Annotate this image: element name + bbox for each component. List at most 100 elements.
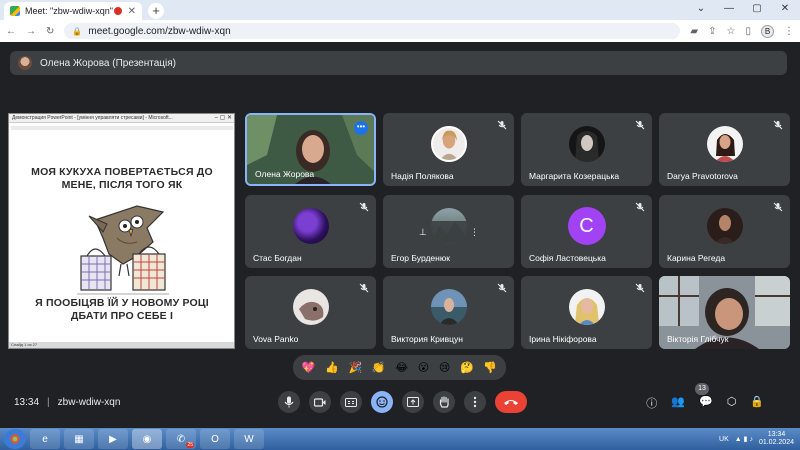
google-meet-favicon-icon — [10, 6, 20, 16]
more-options-call-button[interactable] — [464, 391, 486, 413]
meeting-side-controls: ⓘ 👥 💬 ⬡ 🔒 — [646, 395, 764, 411]
tab-search-icon[interactable]: ⌄ — [692, 3, 710, 14]
raise-hand-button[interactable] — [433, 391, 455, 413]
reaction-surprised[interactable]: 😮 — [418, 361, 429, 374]
browser-menu-icon[interactable]: ⋮ — [784, 26, 794, 37]
leave-call-button[interactable] — [495, 391, 527, 413]
start-button[interactable] — [4, 429, 26, 449]
people-icon[interactable]: 👥 — [671, 395, 685, 411]
minimize-icon[interactable]: — — [720, 3, 738, 14]
presenter-avatar — [18, 56, 32, 70]
captions-button[interactable] — [340, 391, 362, 413]
mic-off-icon — [635, 120, 645, 130]
participant-name: Карина Регеда — [667, 253, 726, 263]
reaction-heart[interactable]: 💖 — [302, 361, 316, 374]
mic-off-icon — [359, 283, 369, 293]
reactions-bar: 💖 👍 🎉 👏 😂 😮 😢 🤔 👎 — [293, 355, 506, 380]
reaction-sad[interactable]: 😢 — [439, 361, 450, 374]
reaction-clap[interactable]: 👏 — [372, 361, 386, 374]
participant-name: Ірина Нікіфорова — [529, 334, 597, 344]
mic-off-icon — [497, 283, 507, 293]
participant-avatar — [430, 289, 467, 326]
participant-tile-sofiya-lastovetska[interactable]: C Софія Ластовецька — [521, 195, 652, 268]
more-options-button[interactable]: ••• — [354, 121, 368, 135]
chat-icon[interactable]: 💬 — [699, 395, 713, 411]
shared-screen[interactable]: Демонстрация PowerPoint - [уміння управл… — [8, 113, 235, 349]
microphone-button[interactable] — [278, 391, 300, 413]
shared-window-controls-icon: – ▢ ✕ — [214, 115, 232, 121]
presenter-bar[interactable]: Олена Жорова (Презентація) — [10, 51, 787, 75]
shared-window-titlebar: Демонстрация PowerPoint - [уміння управл… — [9, 114, 234, 123]
participant-tile-yehor-burdeniuk[interactable]: ⊥ ⋮ Егор Бурденюк — [383, 195, 514, 268]
close-tab-icon[interactable]: ✕ — [128, 6, 136, 17]
reaction-thumbs-down[interactable]: 👎 — [483, 361, 497, 374]
participant-avatar — [568, 289, 605, 326]
taskbar-time: 13:34 — [767, 431, 786, 438]
share-icon[interactable]: ⇪ — [708, 26, 716, 37]
participant-tile-viktoriya-kryvtsun[interactable]: Виктория Кривцун — [383, 276, 514, 349]
taskbar-date: 01.02.2024 — [758, 439, 794, 446]
participant-name: Vova Panko — [253, 334, 299, 344]
side-panel-icon[interactable]: ▯ — [745, 26, 751, 37]
participant-name: Darya Pravotorova — [667, 171, 738, 181]
forward-arrow-icon[interactable]: → — [26, 26, 36, 37]
tray-icons[interactable]: ▲ ▮ ♪ — [735, 435, 753, 443]
participant-tile-darya-pravotorova[interactable]: Darya Pravotorova — [659, 113, 790, 186]
taskbar-word-icon[interactable]: W — [234, 429, 264, 449]
screen: Meet: "zbw-wdiw-xqn" ✕ + ⌄ — ▢ ✕ ← → ↻ 🔒… — [0, 0, 800, 450]
close-window-icon[interactable]: ✕ — [776, 3, 794, 14]
participant-tile-nadiya-polyakova[interactable]: Надія Полякова — [383, 113, 514, 186]
participant-tile-viktoriya-hlibchuk[interactable]: Вікторія Глібчук — [659, 276, 790, 349]
participant-name: Виктория Кривцун — [391, 334, 463, 344]
participant-name: Софія Ластовецька — [529, 253, 606, 263]
reactions-button[interactable] — [371, 391, 393, 413]
reaction-thumbs-up[interactable]: 👍 — [325, 361, 339, 374]
taskbar-media-player-icon[interactable]: ▶ — [98, 429, 128, 449]
maximize-icon[interactable]: ▢ — [748, 3, 766, 14]
presentation-slide: МОЯ КУКУХА ПОВЕРТАЄТЬСЯ ДО МЕНЕ, ПІСЛЯ Т… — [11, 126, 233, 342]
participant-tile-iryna-nikiforova[interactable]: Ірина Нікіфорова — [521, 276, 652, 349]
participant-tile-stas-bohdan[interactable]: Стас Богдан — [245, 195, 376, 268]
reload-icon[interactable]: ↻ — [46, 26, 54, 37]
meeting-code: zbw-wdiw-xqn — [57, 397, 121, 408]
back-arrow-icon[interactable]: ← — [6, 26, 16, 37]
reaction-thinking[interactable]: 🤔 — [460, 361, 474, 374]
presenter-label: Олена Жорова (Презентація) — [40, 57, 176, 69]
taskbar-file-explorer-icon[interactable]: ▦ — [64, 429, 94, 449]
reaction-laugh[interactable]: 😂 — [395, 361, 408, 374]
bookmark-star-icon[interactable]: ☆ — [727, 26, 736, 37]
participant-avatar — [430, 126, 467, 163]
new-tab-button[interactable]: + — [148, 3, 164, 19]
taskbar-clock[interactable]: 13:34 01.02.2024 — [759, 431, 794, 447]
lock-icon[interactable]: 🔒 — [72, 27, 82, 36]
tab-title: Meet: "zbw-wdiw-xqn" — [25, 6, 113, 16]
participant-tile-marharyta-kozeratska[interactable]: Маргарита Козерацька — [521, 113, 652, 186]
activities-icon[interactable]: ⬡ — [727, 395, 737, 411]
present-icon — [407, 397, 419, 407]
taskbar-chrome-icon[interactable]: ◉ — [132, 429, 162, 449]
camera-button[interactable] — [309, 391, 331, 413]
slide-text-bottom: Я ПООБІЦЯВ ЇЙ У НОВОМУ РОЦІ ДБАТИ ПРО СЕ… — [35, 297, 209, 322]
tile-more-icon[interactable]: ⋮ — [470, 227, 479, 238]
captions-icon — [345, 397, 357, 407]
host-controls-icon[interactable]: 🔒 — [750, 395, 764, 411]
pin-icon[interactable]: ⊥ — [419, 227, 427, 238]
meeting-details-icon[interactable]: ⓘ — [646, 395, 657, 411]
taskbar-internet-explorer-icon[interactable]: e — [30, 429, 60, 449]
browser-tab-meet[interactable]: Meet: "zbw-wdiw-xqn" ✕ — [4, 2, 142, 20]
taskbar-viber-icon[interactable]: ✆ 25 — [166, 429, 196, 449]
camera-in-use-icon[interactable]: ▰ — [690, 26, 698, 37]
language-indicator[interactable]: UK — [719, 436, 729, 443]
participant-count-badge: 13 — [695, 383, 709, 395]
profile-avatar[interactable]: B — [761, 24, 774, 38]
address-bar[interactable]: 🔒 meet.google.com/zbw-wdiw-xqn — [64, 23, 681, 39]
present-screen-button[interactable] — [402, 391, 424, 413]
participant-tile-vova-panko[interactable]: Vova Panko — [245, 276, 376, 349]
meeting-time: 13:34 — [14, 397, 40, 408]
participant-tile-olena-zhorova[interactable]: ••• Олена Жорова — [245, 113, 376, 186]
reaction-party[interactable]: 🎉 — [349, 361, 363, 374]
participant-tile-karyna-reheda[interactable]: Карина Регеда — [659, 195, 790, 268]
camera-icon — [314, 397, 326, 407]
owl-with-bags-illustration — [77, 205, 169, 295]
taskbar-opera-icon[interactable]: O — [200, 429, 230, 449]
